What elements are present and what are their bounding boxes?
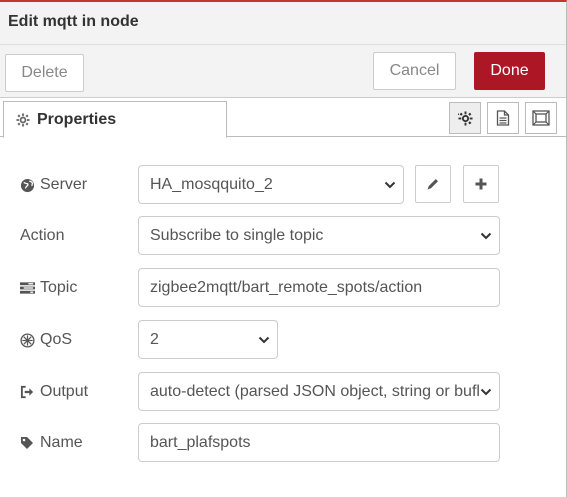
topic-row: Topic zigbee2mqtt/bart_remote_spots/acti… <box>0 268 566 308</box>
server-label-text: Server <box>40 176 88 193</box>
tag-icon <box>21 436 33 449</box>
chevron-down-icon <box>384 181 396 189</box>
edit-server-button[interactable] <box>415 165 451 203</box>
delete-button[interactable]: Delete <box>5 54 84 92</box>
tray-toolbar: Delete Cancel Done <box>0 45 566 98</box>
chevron-down-icon <box>480 388 492 396</box>
name-value: bart_plafspots <box>150 433 251 451</box>
tabs-row: Properties <box>0 99 566 138</box>
output-label: Output <box>20 372 88 412</box>
sign-out-icon <box>20 385 34 398</box>
action-value: Subscribe to single topic <box>150 226 324 244</box>
action-label: Action <box>20 216 64 256</box>
output-row: Output auto-detect (parsed JSON object, … <box>0 372 566 412</box>
qos-row: QoS 2 <box>0 320 566 360</box>
tasks-icon <box>20 281 35 294</box>
done-button[interactable]: Done <box>474 52 545 90</box>
output-value: auto-detect (parsed JSON object, string … <box>150 382 480 400</box>
name-label-text: Name <box>40 434 83 451</box>
qos-value: 2 <box>150 330 159 348</box>
name-row: Name bart_plafspots <box>0 423 566 463</box>
action-select[interactable]: Subscribe to single topic <box>138 216 500 255</box>
server-row: Server HA_mosqquito_2 <box>0 165 566 205</box>
tray-title: Edit mqtt in node <box>8 13 139 30</box>
topic-input[interactable]: zigbee2mqtt/bart_remote_spots/action <box>138 268 500 307</box>
output-select[interactable]: auto-detect (parsed JSON object, string … <box>138 372 500 411</box>
gear-icon <box>16 112 30 127</box>
action-row: Action Subscribe to single topic <box>0 216 566 256</box>
cancel-button[interactable]: Cancel <box>373 52 456 90</box>
name-input[interactable]: bart_plafspots <box>138 423 500 462</box>
gear-icon <box>457 110 473 126</box>
document-icon <box>496 110 510 126</box>
tray-header: Edit mqtt in node <box>0 2 566 45</box>
server-label: Server <box>20 165 87 205</box>
action-label-text: Action <box>20 227 65 244</box>
plus-icon <box>475 178 487 190</box>
edit-tray: Edit mqtt in node Delete Cancel Done Pro… <box>0 0 567 497</box>
add-server-button[interactable] <box>463 165 499 203</box>
output-label-text: Output <box>40 383 89 400</box>
chevron-down-icon <box>258 336 270 344</box>
tab-properties-label: Properties <box>37 110 117 128</box>
server-value: HA_mosqquito_2 <box>150 175 273 193</box>
name-label: Name <box>20 423 83 463</box>
topic-label-text: Topic <box>40 279 78 296</box>
qos-label: QoS <box>20 320 72 360</box>
topic-label: Topic <box>20 268 77 308</box>
tab-properties[interactable]: Properties <box>3 101 227 138</box>
qos-select[interactable]: 2 <box>138 320 278 359</box>
frame-icon <box>532 110 550 126</box>
node-description-tab-button[interactable] <box>487 102 519 134</box>
pencil-icon <box>427 179 438 190</box>
empire-icon <box>20 332 35 348</box>
topic-value: zigbee2mqtt/bart_remote_spots/action <box>150 278 423 296</box>
server-select[interactable]: HA_mosqquito_2 <box>138 165 404 204</box>
qos-label-text: QoS <box>40 331 73 348</box>
chevron-down-icon <box>480 232 492 240</box>
node-properties-tab-button[interactable] <box>449 102 481 134</box>
globe-icon <box>20 178 35 192</box>
node-appearance-tab-button[interactable] <box>525 102 557 134</box>
